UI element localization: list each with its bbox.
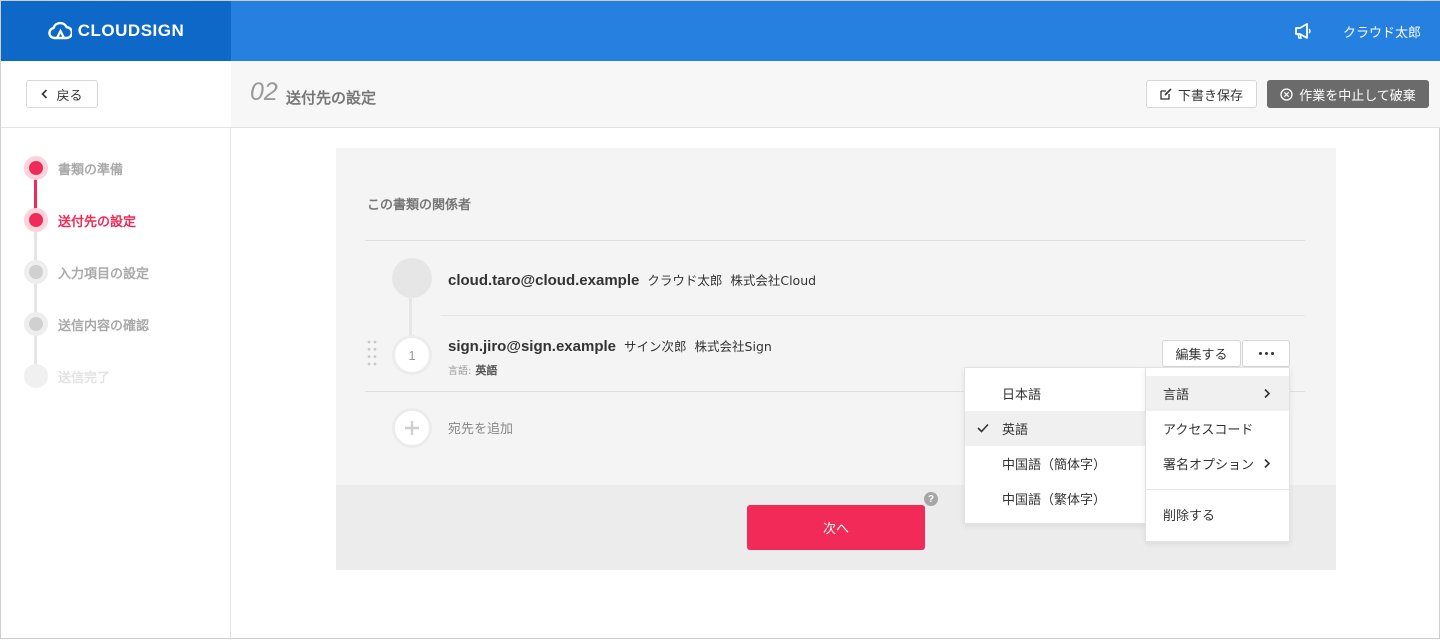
step-label: 書類の準備 bbox=[58, 162, 124, 178]
stepper-line bbox=[34, 220, 37, 376]
step-item-fields: 入力項目の設定 bbox=[24, 260, 149, 284]
step-item-recipients[interactable]: 送付先の設定 bbox=[24, 208, 136, 232]
top-bar: CLOUDSIGN クラウド太郎 bbox=[1, 1, 1440, 61]
sender-name: クラウド太郎 bbox=[647, 273, 723, 288]
language-option-japanese[interactable]: 日本語 bbox=[965, 376, 1145, 411]
language-option-label: 中国語（繁体字） bbox=[1002, 493, 1107, 508]
plus-icon bbox=[405, 421, 419, 435]
menu-item-access-code[interactable]: アクセスコード bbox=[1146, 411, 1289, 446]
edit-recipient-button[interactable]: 編集する bbox=[1162, 340, 1241, 367]
add-recipient-button[interactable] bbox=[392, 408, 432, 448]
language-option-label: 日本語 bbox=[1002, 388, 1042, 403]
next-button[interactable]: 次へ bbox=[747, 505, 925, 550]
close-circle-icon bbox=[1280, 87, 1293, 101]
edit-icon bbox=[1160, 88, 1172, 100]
recipient-language: 言語: 英語 bbox=[448, 362, 497, 378]
sidebar-stepper: 書類の準備 送付先の設定 入力項目の設定 送信内容の確認 送信完了 bbox=[1, 128, 231, 640]
sender-avatar bbox=[392, 258, 432, 298]
step-dot-done bbox=[24, 156, 48, 180]
language-option-english[interactable]: 英語 bbox=[965, 411, 1145, 446]
back-label: 戻る bbox=[56, 88, 83, 104]
user-menu[interactable]: クラウド太郎 bbox=[1343, 22, 1421, 41]
recipient-row: sign.jiro@sign.example サイン次郎 株式会社Sign bbox=[448, 336, 772, 355]
step-dot bbox=[24, 364, 48, 388]
add-recipient-label[interactable]: 宛先を追加 bbox=[448, 418, 513, 437]
step-dot bbox=[24, 260, 48, 284]
step-label: 送付先の設定 bbox=[58, 214, 137, 230]
recipient-email: sign.jiro@sign.example bbox=[448, 338, 617, 355]
menu-item-language[interactable]: 言語 bbox=[1146, 376, 1289, 411]
sender-company: 株式会社Cloud bbox=[730, 273, 817, 288]
subheader: 戻る 02 送付先の設定 下書き保存 作業を中止して破棄 bbox=[1, 61, 1440, 128]
section-title: この書類の関係者 bbox=[367, 198, 472, 213]
checkmark-icon bbox=[977, 423, 989, 433]
language-option-chinese-simplified[interactable]: 中国語（簡体字） bbox=[965, 446, 1145, 481]
language-value: 英語 bbox=[475, 364, 498, 377]
language-option-label: 英語 bbox=[1002, 423, 1029, 438]
step-item-confirm: 送信内容の確認 bbox=[24, 312, 149, 336]
chevron-right-icon bbox=[1264, 458, 1271, 469]
language-option-chinese-traditional[interactable]: 中国語（繁体字） bbox=[965, 481, 1145, 516]
subheader-main bbox=[231, 61, 1440, 127]
logo-text: CLOUDSIGN bbox=[77, 21, 185, 40]
menu-item-label: 言語 bbox=[1163, 388, 1190, 403]
step-number: 02 bbox=[250, 78, 278, 106]
divider bbox=[441, 315, 1305, 316]
step-dot bbox=[24, 312, 48, 336]
menu-item-delete[interactable]: 削除する bbox=[1146, 497, 1289, 532]
menu-item-label: 署名オプション bbox=[1163, 458, 1255, 473]
megaphone-icon[interactable] bbox=[1293, 21, 1313, 41]
chevron-right-icon bbox=[1264, 388, 1271, 399]
sender-email: cloud.taro@cloud.example bbox=[448, 272, 640, 289]
chevron-left-icon bbox=[41, 89, 48, 99]
sender-row: cloud.taro@cloud.example クラウド太郎 株式会社Clou… bbox=[448, 270, 816, 289]
cloud-logo-icon bbox=[47, 22, 72, 40]
step-item-complete: 送信完了 bbox=[24, 364, 110, 388]
drag-handle-icon[interactable] bbox=[367, 340, 377, 366]
recipient-context-menu: 言語 アクセスコード 署名オプション 削除する bbox=[1145, 367, 1290, 542]
recipient-name: サイン次郎 bbox=[624, 339, 687, 354]
language-key: 言語: bbox=[448, 366, 472, 377]
discard-label: 作業を中止して破棄 bbox=[1299, 88, 1416, 104]
menu-divider bbox=[1146, 489, 1289, 490]
recipient-order-badge: 1 bbox=[392, 335, 432, 375]
discard-button[interactable]: 作業を中止して破棄 bbox=[1267, 80, 1429, 108]
menu-item-label: 削除する bbox=[1163, 509, 1216, 524]
save-draft-label: 下書き保存 bbox=[1177, 88, 1243, 104]
language-option-label: 中国語（簡体字） bbox=[1002, 458, 1107, 473]
step-dot-active bbox=[24, 208, 48, 232]
back-button[interactable]: 戻る bbox=[26, 80, 98, 108]
help-icon[interactable]: ? bbox=[924, 492, 938, 506]
step-label: 送信完了 bbox=[58, 370, 111, 386]
menu-item-label: アクセスコード bbox=[1163, 423, 1254, 438]
step-label: 送信内容の確認 bbox=[58, 318, 150, 334]
more-options-button[interactable] bbox=[1242, 340, 1290, 367]
subheader-left: 戻る bbox=[1, 61, 231, 127]
logo[interactable]: CLOUDSIGN bbox=[1, 1, 231, 61]
step-item-prepare[interactable]: 書類の準備 bbox=[24, 156, 123, 180]
app-window: CLOUDSIGN クラウド太郎 戻る 02 送付先の設定 下書き保存 作業を中… bbox=[0, 0, 1440, 640]
page-title: 送付先の設定 bbox=[286, 89, 377, 107]
language-submenu: 日本語 英語 中国語（簡体字） 中国語（繁体字） bbox=[964, 367, 1146, 524]
save-draft-button[interactable]: 下書き保存 bbox=[1146, 80, 1257, 108]
ellipsis-icon bbox=[1258, 352, 1262, 355]
divider bbox=[365, 240, 1305, 241]
step-label: 入力項目の設定 bbox=[58, 266, 150, 282]
recipient-company: 株式会社Sign bbox=[694, 339, 772, 354]
menu-item-signature-options[interactable]: 署名オプション bbox=[1146, 446, 1289, 481]
